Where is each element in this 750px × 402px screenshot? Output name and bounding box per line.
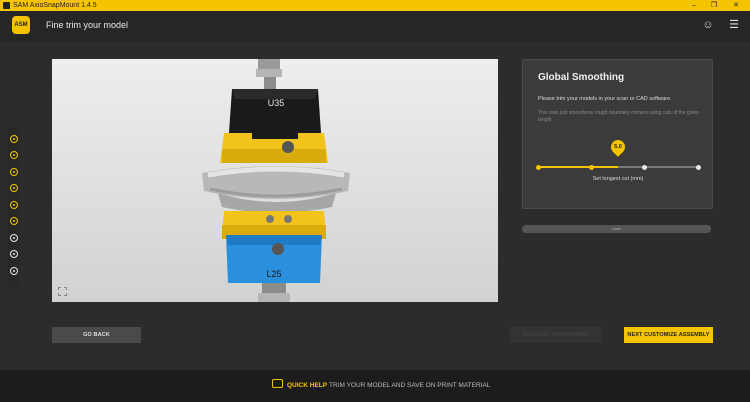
step-1-indicator[interactable] <box>10 135 18 143</box>
step-2-indicator[interactable] <box>10 151 18 159</box>
menu-icon[interactable]: ☰ <box>726 17 742 33</box>
window-title: SAM AxioSnapMount 1.4.5 <box>13 2 97 9</box>
lower-model-label: L25 <box>266 269 281 279</box>
panel-instruction: Please trim your models in your scan or … <box>538 96 672 102</box>
minimize-button[interactable]: – <box>688 0 700 11</box>
suggest-positioning-button[interactable]: SUGGEST POSITIONING <box>510 327 601 343</box>
title-bar: SAM AxioSnapMount 1.4.5 – ❐ ✕ <box>0 0 750 11</box>
dental-model-render: U35 L25 <box>202 59 350 302</box>
slider-fill <box>538 166 618 168</box>
reset-view-icon[interactable] <box>58 287 67 296</box>
step-3-indicator[interactable] <box>10 168 18 176</box>
slider-value: 5,0 <box>614 144 622 150</box>
step-progress-rail <box>8 128 20 288</box>
slider-label: Set longest cut (mm) <box>592 176 644 182</box>
panel-description: This step just smoothens rough boundary … <box>538 110 699 123</box>
app-icon <box>3 2 10 9</box>
chat-bubble-icon <box>272 379 283 388</box>
step-8-indicator[interactable] <box>10 250 18 258</box>
step-5-indicator[interactable] <box>10 201 18 209</box>
model-3d-viewer[interactable]: U35 L25 <box>52 59 498 302</box>
slider-tick[interactable] <box>642 164 648 170</box>
slider-tick[interactable] <box>695 164 701 170</box>
quick-help-text: TRIM YOUR MODEL AND SAVE ON PRINT MATERI… <box>329 382 491 389</box>
longest-cut-slider[interactable] <box>535 164 701 170</box>
step-6-indicator[interactable] <box>10 217 18 225</box>
page-title: Fine trim your model <box>46 20 129 30</box>
slider-tick[interactable] <box>588 164 594 170</box>
next-customize-assembly-button[interactable]: NEXT CUSTOMIZE ASSEMBLY <box>624 327 713 343</box>
quick-help-footer: QUICK HELP TRIM YOUR MODEL AND SAVE ON P… <box>0 370 750 402</box>
user-settings-icon[interactable]: ☺ <box>700 17 716 33</box>
undo-button[interactable]: Undo <box>522 225 711 233</box>
go-back-button[interactable]: GO BACK <box>52 327 141 343</box>
global-smoothing-panel: Global Smoothing Please trim your models… <box>522 59 713 209</box>
app-logo: ASM <box>12 16 30 34</box>
panel-title: Global Smoothing <box>538 72 625 83</box>
step-9-indicator[interactable] <box>10 267 18 275</box>
quick-help-label: QUICK HELP <box>287 382 328 389</box>
upper-model-label: U35 <box>268 98 285 108</box>
maximize-button[interactable]: ❐ <box>708 0 720 11</box>
step-7-indicator[interactable] <box>10 234 18 242</box>
app-header: ASM Fine trim your model ☺ ☰ <box>0 11 750 42</box>
close-window-button[interactable]: ✕ <box>730 0 742 11</box>
slider-tick[interactable] <box>535 164 541 170</box>
step-4-indicator[interactable] <box>10 184 18 192</box>
